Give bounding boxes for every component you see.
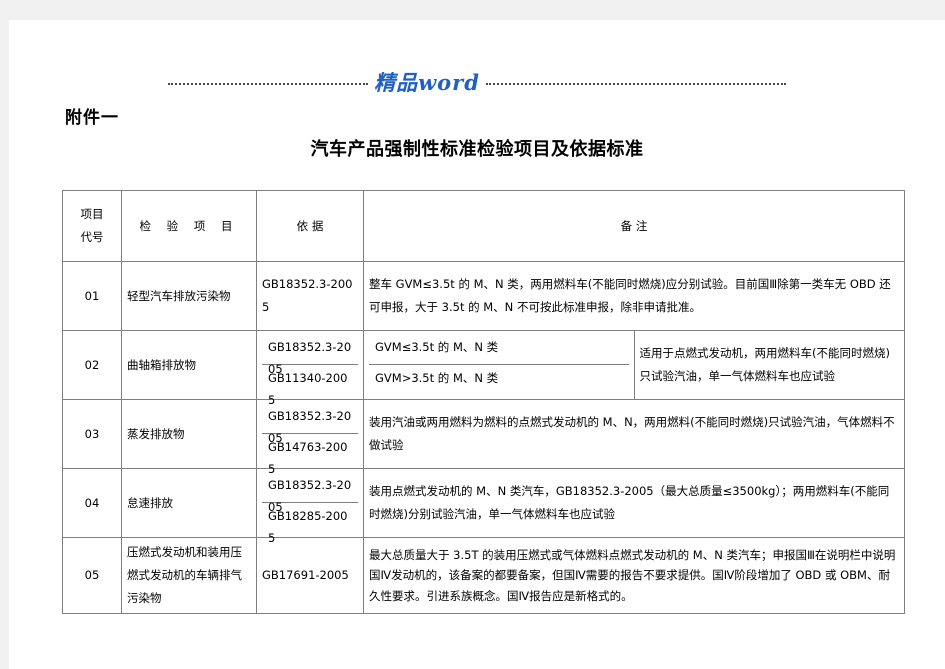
col-header-basis: 依 据 [256, 190, 364, 262]
page-title: 汽车产品强制性标准检验项目及依据标准 [310, 139, 644, 160]
standards-table: 项目 代号 检 验 项 目 依 据 备 注 01 轻型汽车排放污染物 GB183… [62, 190, 905, 614]
col-header-code: 项目 代号 [62, 190, 122, 262]
table-row: 03 蒸发排放物 GB18352.3-2005 GB14763-2005 装用汽… [62, 399, 905, 476]
watermark-banner: 精品word [9, 65, 945, 99]
table-row: 01 轻型汽车排放污染物 GB18352.3-2005 整车 GVM≤3.5t … [62, 261, 905, 331]
row-item-name: 怠速排放 [121, 468, 257, 538]
standards-table-wrapper: 项目 代号 检 验 项 目 依 据 备 注 01 轻型汽车排放污染物 GB183… [62, 190, 905, 614]
row-category: GVM≤3.5t 的 M、N 类 [369, 334, 629, 365]
row-standard-group: GB18352.3-2005 GB14763-2005 [256, 399, 364, 476]
col-header-code-line2: 代号 [80, 230, 104, 244]
row-standard: GB18352.3-2005 [262, 472, 358, 514]
row-code: 01 [62, 261, 122, 331]
row-code: 04 [62, 468, 122, 538]
row-remark: 装用汽油或两用燃料为燃料的点燃式发动机的 M、N，两用燃料(不能同时燃烧)只试验… [363, 399, 905, 469]
row-standard: GB11340-2005 [268, 371, 348, 407]
row-code: 03 [62, 399, 122, 469]
attachment-label: 附件一 [65, 108, 119, 128]
col-header-item: 检 验 项 目 [121, 190, 257, 262]
row-standard: GB14763-2005 [268, 440, 348, 476]
table-row: 04 怠速排放 GB18352.3-2005 GB18285-2005 装用点燃… [62, 468, 905, 545]
row-remark: 最大总质量大于 3.5T 的装用压燃式或气体燃料点燃式发动机的 M、N 类汽车；… [363, 537, 905, 614]
row-standard-group: GB18352.3-2005 GB18285-2005 [256, 468, 364, 545]
row-code: 05 [62, 537, 122, 614]
row-code: 02 [62, 330, 122, 400]
col-header-code-line1: 项目 [80, 207, 104, 221]
row-standard: GB18352.3-2005 [256, 261, 364, 331]
row-item-name: 轻型汽车排放污染物 [121, 261, 257, 331]
document-page: 精品word 附件一 汽车产品强制性标准检验项目及依据标准 项目 代号 检 验 … [9, 20, 945, 669]
table-body: 01 轻型汽车排放污染物 GB18352.3-2005 整车 GVM≤3.5t … [62, 261, 905, 614]
watermark-text: 精品word [374, 70, 480, 95]
watermark-dash-right [485, 83, 786, 85]
row-item-name: 曲轴箱排放物 [121, 330, 257, 400]
row-item-name: 蒸发排放物 [121, 399, 257, 469]
row-category: GVM>3.5t 的 M、N 类 [375, 371, 499, 385]
table-row: 02 曲轴箱排放物 GB18352.3-2005 GB11340-2005 GV… [62, 330, 905, 407]
row-category-group: GVM≤3.5t 的 M、N 类 GVM>3.5t 的 M、N 类 [363, 330, 635, 400]
watermark-dash-left [168, 83, 369, 85]
row-item-name: 压燃式发动机和装用压燃式发动机的车辆排气污染物 [121, 537, 257, 614]
row-standard: GB18352.3-2005 [262, 334, 358, 376]
row-standard: GB18285-2005 [268, 509, 348, 545]
table-row: 05 压燃式发动机和装用压燃式发动机的车辆排气污染物 GB17691-2005 … [62, 537, 905, 614]
table-head: 项目 代号 检 验 项 目 依 据 备 注 [62, 190, 905, 262]
row-standard-group: GB18352.3-2005 GB11340-2005 [256, 330, 364, 407]
col-header-remark: 备 注 [363, 190, 905, 262]
table-header-row: 项目 代号 检 验 项 目 依 据 备 注 [62, 190, 905, 262]
row-remark: 装用点燃式发动机的 M、N 类汽车，GB18352.3-2005（最大总质量≤3… [363, 468, 905, 538]
row-remark: 整车 GVM≤3.5t 的 M、N 类，两用燃料车(不能同时燃烧)应分别试验。目… [363, 261, 905, 331]
row-remark: 适用于点燃式发动机，两用燃料车(不能同时燃烧)只试验汽油，单一气体燃料车也应试验 [633, 330, 905, 400]
row-standard: GB18352.3-2005 [262, 403, 358, 445]
